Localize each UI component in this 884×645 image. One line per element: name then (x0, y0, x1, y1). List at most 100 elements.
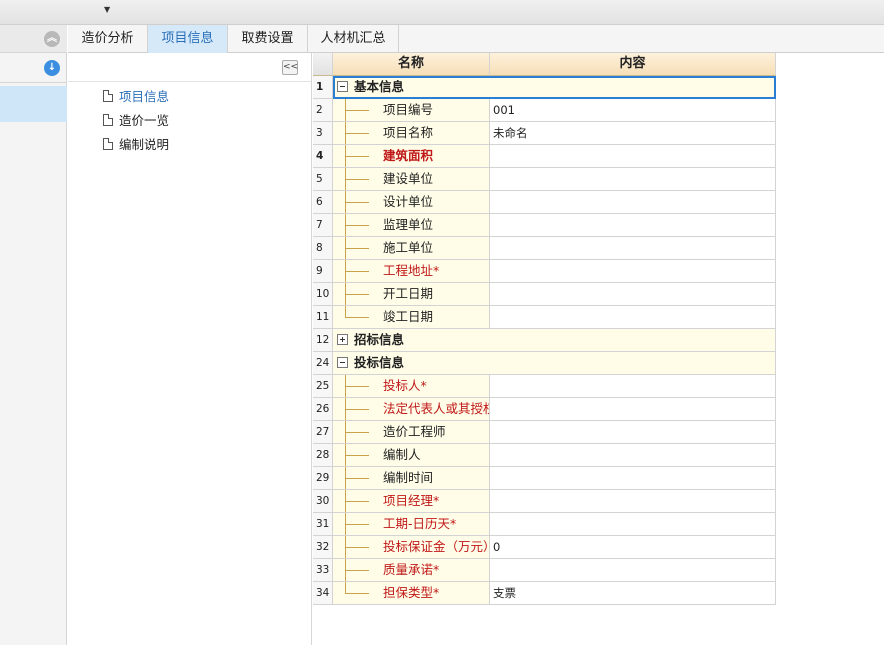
field-value-cell[interactable] (490, 214, 776, 237)
field-label: 法定代表人或其授权… (383, 401, 489, 416)
field-name-cell[interactable]: 设计单位 (333, 191, 490, 214)
row-number: 8 (313, 237, 333, 260)
table-row[interactable]: 8 施工单位 (313, 237, 776, 260)
table-row[interactable]: 26 法定代表人或其授权… (313, 398, 776, 421)
table-row[interactable]: 6 设计单位 (313, 191, 776, 214)
table-row[interactable]: 10 开工日期 (313, 283, 776, 306)
field-value-cell[interactable] (490, 559, 776, 582)
table-row[interactable]: 11 竣工日期 (313, 306, 776, 329)
field-value-cell[interactable] (490, 421, 776, 444)
field-value-cell[interactable] (490, 513, 776, 536)
field-name-cell[interactable]: 施工单位 (333, 237, 490, 260)
field-value-cell[interactable] (490, 168, 776, 191)
field-value-cell[interactable] (490, 260, 776, 283)
column-header-value[interactable]: 内容 (490, 53, 776, 76)
field-label: 施工单位 (383, 240, 434, 255)
row-number: 5 (313, 168, 333, 191)
field-label: 项目编号 (383, 102, 434, 117)
field-name-cell[interactable]: 竣工日期 (333, 306, 490, 329)
grid-group-row[interactable]: 12 招标信息 (313, 329, 776, 352)
table-row[interactable]: 33 质量承诺* (313, 559, 776, 582)
table-row[interactable]: 3 项目名称 未命名 (313, 122, 776, 145)
row-number-header (313, 53, 333, 76)
group-name-cell[interactable]: 招标信息 (333, 329, 776, 352)
field-name-cell[interactable]: 开工日期 (333, 283, 490, 306)
table-row[interactable]: 32 投标保证金（万元）* 0 (313, 536, 776, 559)
field-value-cell[interactable] (490, 467, 776, 490)
grid-group-row[interactable]: 24 投标信息 (313, 352, 776, 375)
table-row[interactable]: 4 建筑面积 (313, 145, 776, 168)
table-row[interactable]: 25 投标人* (313, 375, 776, 398)
row-number: 25 (313, 375, 333, 398)
field-value-cell[interactable]: 0 (490, 536, 776, 559)
group-label: 招标信息 (354, 332, 405, 347)
tree-item-project-info[interactable]: 项目信息 (103, 87, 169, 107)
field-name-cell[interactable]: 编制时间 (333, 467, 490, 490)
table-row[interactable]: 27 造价工程师 (313, 421, 776, 444)
group-name-cell[interactable]: 基本信息 (333, 76, 776, 99)
row-number: 31 (313, 513, 333, 536)
tab-cost-analysis[interactable]: 造价分析 (68, 25, 148, 53)
table-row[interactable]: 34 担保类型* 支票 (313, 582, 776, 605)
field-name-cell[interactable]: 投标保证金（万元）* (333, 536, 490, 559)
field-name-cell[interactable]: 工期-日历天* (333, 513, 490, 536)
double-chevron-up-icon[interactable]: ︽ (44, 31, 60, 47)
table-row[interactable]: 28 编制人 (313, 444, 776, 467)
field-label: 造价工程师 (383, 424, 446, 439)
field-name-cell[interactable]: 工程地址* (333, 260, 490, 283)
field-name-cell[interactable]: 监理单位 (333, 214, 490, 237)
field-value-cell[interactable] (490, 191, 776, 214)
table-row[interactable]: 29 编制时间 (313, 467, 776, 490)
row-number: 26 (313, 398, 333, 421)
field-value-cell[interactable]: 001 (490, 99, 776, 122)
field-label: 建筑面积 (383, 148, 434, 163)
field-value-cell[interactable] (490, 444, 776, 467)
field-label: 建设单位 (383, 171, 434, 186)
field-name-cell[interactable]: 项目编号 (333, 99, 490, 122)
collapse-minus-icon[interactable] (337, 357, 348, 368)
tree-item-compile-notes[interactable]: 编制说明 (103, 135, 169, 155)
tree-item-cost-overview[interactable]: 造价一览 (103, 111, 169, 131)
field-name-cell[interactable]: 建设单位 (333, 168, 490, 191)
field-name-cell[interactable]: 造价工程师 (333, 421, 490, 444)
field-value-cell[interactable] (490, 237, 776, 260)
field-name-cell[interactable]: 担保类型* (333, 582, 490, 605)
expand-plus-icon[interactable] (337, 334, 348, 345)
field-value-cell[interactable] (490, 306, 776, 329)
field-name-cell[interactable]: 项目经理* (333, 490, 490, 513)
field-name-cell[interactable]: 建筑面积 (333, 145, 490, 168)
table-row[interactable]: 31 工期-日历天* (313, 513, 776, 536)
grid-group-row[interactable]: 1 基本信息 (313, 76, 776, 99)
collapse-minus-icon[interactable] (337, 81, 348, 92)
field-label: 监理单位 (383, 217, 434, 232)
left-nav-selected-item[interactable] (0, 86, 67, 122)
tab-labor-material-summary[interactable]: 人材机汇总 (308, 25, 399, 53)
tab-project-info[interactable]: 项目信息 (148, 25, 228, 53)
row-number: 24 (313, 352, 333, 375)
field-value-cell[interactable] (490, 283, 776, 306)
field-value-cell[interactable] (490, 375, 776, 398)
tree-connector-line (345, 432, 346, 443)
double-chevron-left-icon[interactable]: << (282, 60, 298, 75)
field-value-cell[interactable] (490, 490, 776, 513)
field-name-cell[interactable]: 法定代表人或其授权… (333, 398, 490, 421)
group-name-cell[interactable]: 投标信息 (333, 352, 776, 375)
table-row[interactable]: 7 监理单位 (313, 214, 776, 237)
dropdown-caret-icon[interactable]: ▼ (104, 5, 110, 14)
column-header-name[interactable]: 名称 (333, 53, 490, 76)
field-name-cell[interactable]: 投标人* (333, 375, 490, 398)
tab-fee-settings[interactable]: 取费设置 (228, 25, 308, 53)
tree-connector-line (345, 524, 346, 535)
field-name-cell[interactable]: 质量承诺* (333, 559, 490, 582)
field-value-cell[interactable] (490, 398, 776, 421)
table-row[interactable]: 2 项目编号 001 (313, 99, 776, 122)
field-name-cell[interactable]: 项目名称 (333, 122, 490, 145)
table-row[interactable]: 5 建设单位 (313, 168, 776, 191)
field-name-cell[interactable]: 编制人 (333, 444, 490, 467)
field-value-cell[interactable]: 未命名 (490, 122, 776, 145)
download-arrow-icon[interactable]: ↓ (44, 60, 60, 76)
field-value-cell[interactable] (490, 145, 776, 168)
table-row[interactable]: 30 项目经理* (313, 490, 776, 513)
field-value-cell[interactable]: 支票 (490, 582, 776, 605)
table-row[interactable]: 9 工程地址* (313, 260, 776, 283)
